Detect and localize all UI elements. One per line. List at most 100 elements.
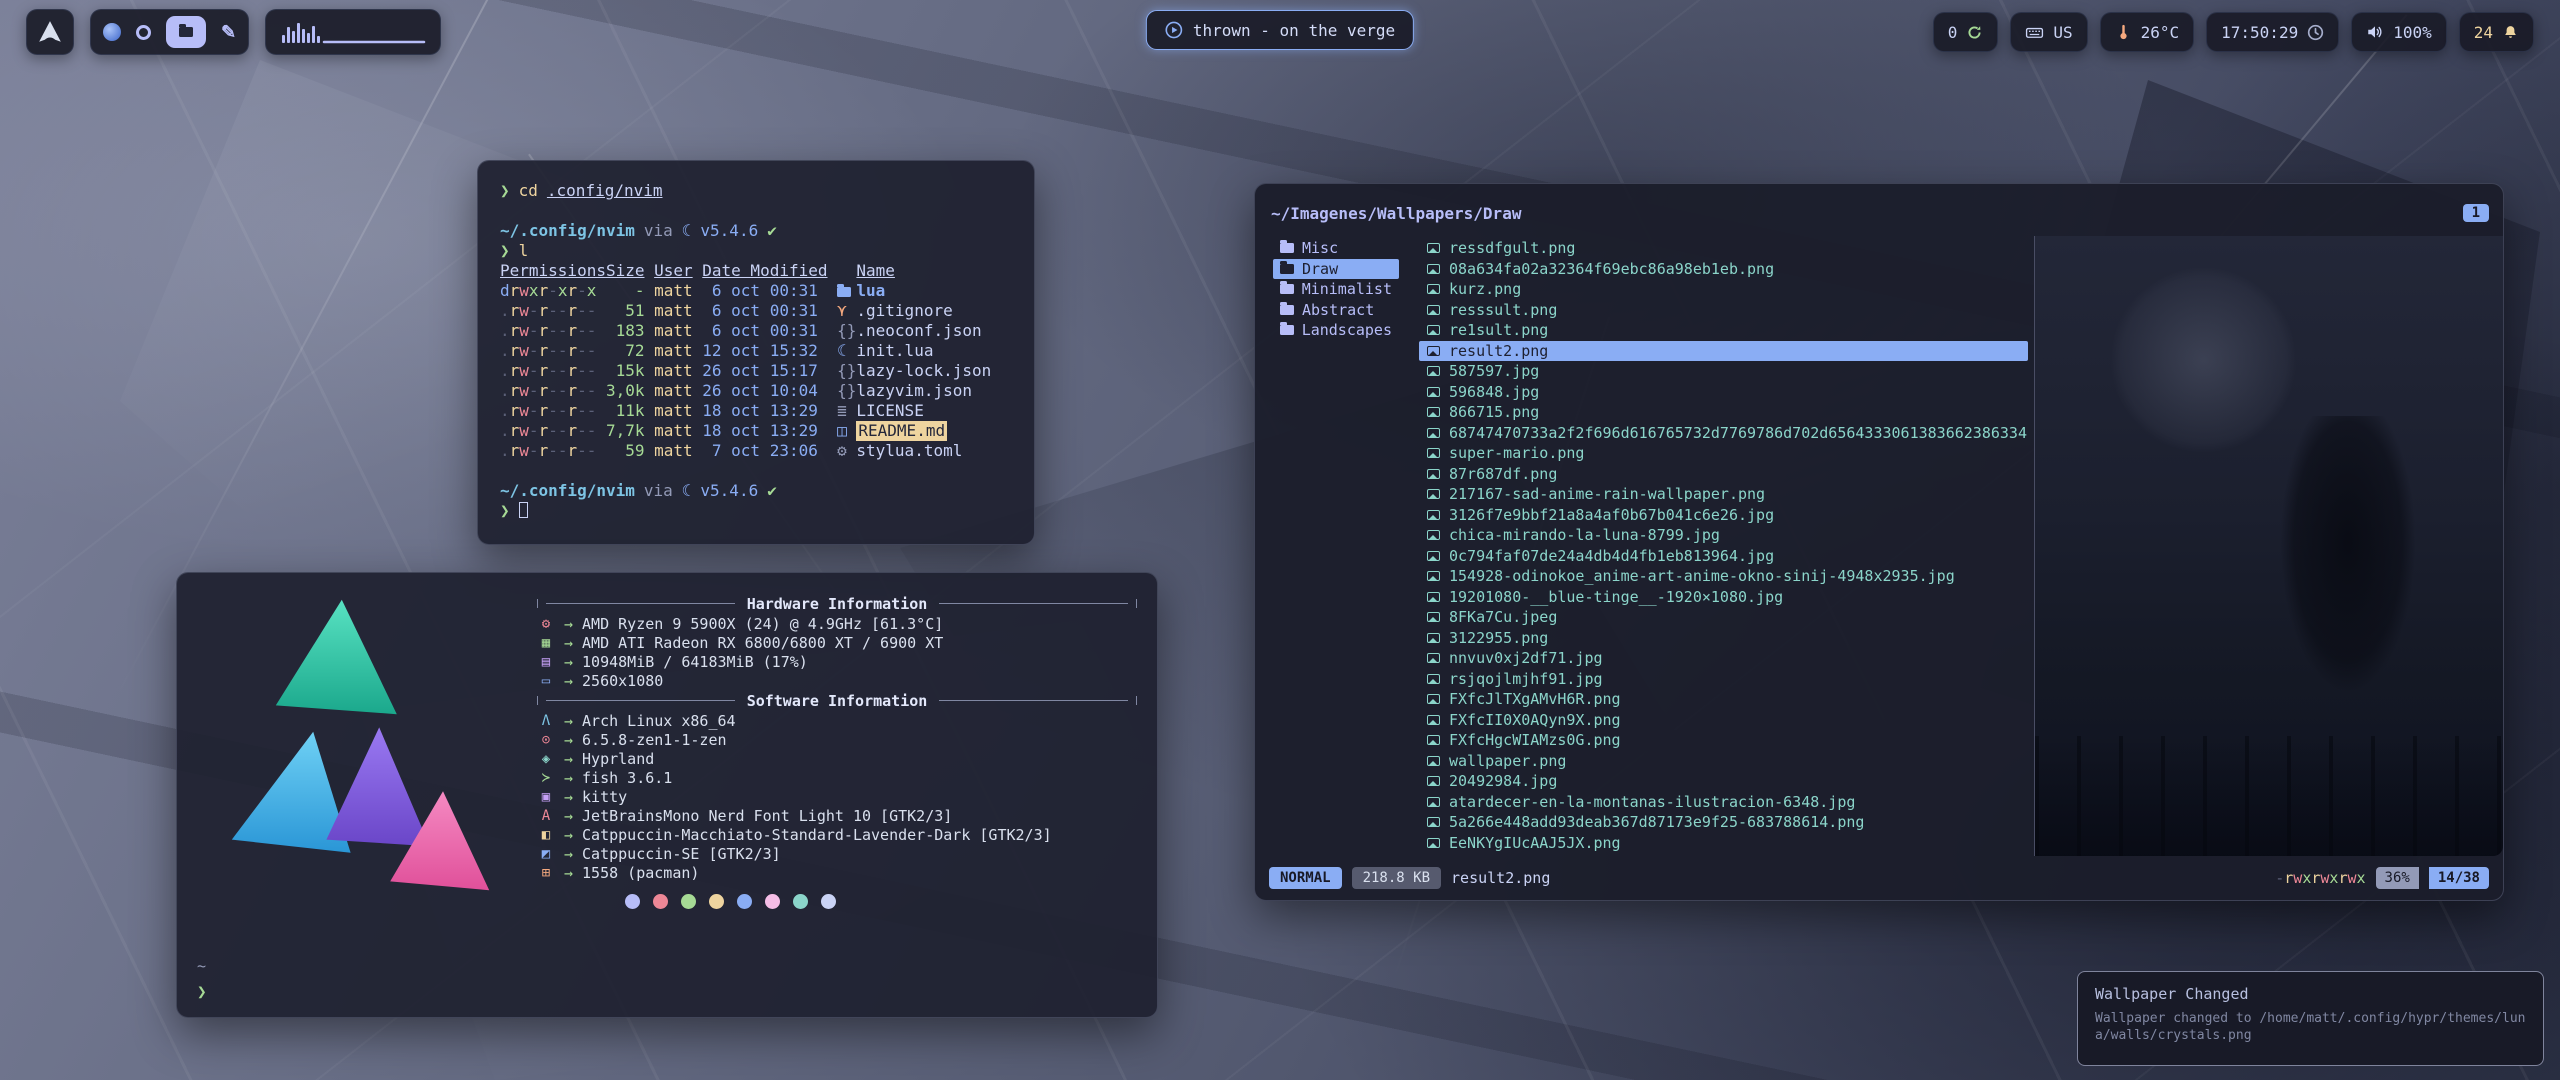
image-file-icon [1427,428,1440,438]
mode-badge: NORMAL [1269,867,1342,889]
file-manager-window[interactable]: ~/Imagenes/Wallpapers/Draw 1 MiscDrawMin… [1254,183,2504,901]
file-name: init.lua [856,341,933,361]
sidebar-folder-minimalist[interactable]: Minimalist [1273,279,1399,300]
file-list-item[interactable]: 87r687df.png [1419,464,2028,485]
file-owner: matt [654,401,702,421]
file-list-item[interactable]: atardecer-en-la-montanas-ilustracion-634… [1419,792,2028,813]
arrow-icon: → [564,672,573,690]
file-name: 3122955.png [1449,629,1548,647]
updates-count: 0 [1948,23,1958,42]
sidebar-folder-misc[interactable]: Misc [1273,238,1399,259]
file-size: 3,0k [606,381,645,401]
tab-count-badge[interactable]: 1 [2463,204,2489,222]
keyboard-icon [2025,23,2044,42]
file-permissions: .rw-r--r-- [500,301,606,321]
file-list-item[interactable]: kurz.png [1419,279,2028,300]
top-bar-right: 0 US 26°C 17:5 [1933,12,2534,52]
notifications-widget[interactable]: 24 [2459,12,2534,52]
file-list-item[interactable]: 866715.png [1419,402,2028,423]
palette-dot [821,894,836,909]
image-file-icon [1427,838,1440,848]
updates-widget[interactable]: 0 [1933,12,1999,52]
file-list-item[interactable]: chica-mirando-la-luna-8799.jpg [1419,525,2028,546]
app-launcher-button[interactable] [26,9,74,55]
workspace-4-edit[interactable]: ✎ [221,22,236,43]
workspace-3-files-active[interactable] [166,16,206,48]
temperature-widget[interactable]: 26°C [2100,12,2195,52]
terminal-color-palette [625,894,1137,909]
image-file-icon [1427,489,1440,499]
file-list-item[interactable]: FXfcHgcWIAMzs0G.png [1419,730,2028,751]
shell-row: ≻→fish 3.6.1 [537,768,1137,787]
ls-file-row: .rw-r--r--15kmatt26 oct 15:17{}lazy-lock… [500,361,1012,381]
file-list-item[interactable]: result2.png [1419,341,2028,362]
image-file-icon [1427,551,1440,561]
workspace-1-browser[interactable] [103,23,121,41]
braces-icon: {} [837,381,856,401]
media-player-widget[interactable]: thrown - on the verge [1146,10,1414,50]
file-list-item[interactable]: FXfcII0X0AQyn9X.png [1419,710,2028,731]
shell-icon: ≻ [537,770,555,786]
file-list-item[interactable]: 217167-sad-anime-rain-wallpaper.png [1419,484,2028,505]
kernel-icon: ⊙ [537,732,555,748]
clock-widget[interactable]: 17:50:29 [2206,12,2339,52]
browser-icon [103,23,121,41]
sidebar-folder-landscapes[interactable]: Landscapes [1273,320,1399,341]
image-file-icon [1427,756,1440,766]
file-list-item[interactable]: 08a634fa02a32364f69ebc86a98eb1eb.png [1419,259,2028,280]
audio-visualizer-widget[interactable] [265,9,441,55]
section-label: Software Information [743,692,932,710]
notification-title: Wallpaper Changed [2095,985,2526,1003]
via-label: via [644,221,673,240]
volume-widget[interactable]: 100% [2351,12,2447,52]
file-list-item[interactable]: 596848.jpg [1419,382,2028,403]
sidebar-folder-abstract[interactable]: Abstract [1273,300,1399,321]
file-list-item[interactable]: 20492984.jpg [1419,771,2028,792]
keyboard-layout-widget[interactable]: US [2010,12,2087,52]
image-file-icon [1427,653,1440,663]
file-name: lazy-lock.json [856,361,991,381]
updates-refresh-icon [1966,24,1983,41]
cpu-row: ⚙→AMD Ryzen 9 5900X (24) @ 4.9GHz [61.3°… [537,614,1137,633]
file-list-item[interactable]: 154928-odinokoe_anime-art-anime-okno-sin… [1419,566,2028,587]
bell-icon [2502,24,2519,41]
file-list-item[interactable]: ressdfgult.png [1419,238,2028,259]
file-name: 0c794faf07de24a4db4d4fb1eb813964.jpg [1449,547,1774,565]
file-list-item[interactable]: resssult.png [1419,300,2028,321]
file-list-item[interactable]: re1sult.png [1419,320,2028,341]
terminal-window-kitty[interactable]: ❯cd.config/nvim ~/.config/nvimvia☾v5.4.6… [477,160,1035,545]
file-list-item[interactable]: rsjqojlmjhf91.jpg [1419,669,2028,690]
top-bar: ✎ thrown - [0,0,2560,64]
file-list-item[interactable]: 587597.jpg [1419,361,2028,382]
image-file-icon [1427,264,1440,274]
file-manager-header: ~/Imagenes/Wallpapers/Draw 1 [1255,184,2503,236]
sidebar-folder-draw[interactable]: Draw [1273,259,1399,280]
ls-file-row: .rw-r--r--72matt12 oct 15:32☾init.lua [500,341,1012,361]
file-list-item[interactable]: super-mario.png [1419,443,2028,464]
folder-sidebar: MiscDrawMinimalistAbstractLandscapes [1255,236,1405,856]
file-list-item[interactable]: EeNKYgIUcAAJ5JX.png [1419,833,2028,854]
terminal-window-fastfetch[interactable]: Hardware Information ⚙→AMD Ryzen 9 5900X… [176,572,1158,1018]
file-name: 20492984.jpg [1449,772,1557,790]
file-list-item[interactable]: 19201080-__blue-tinge__-1920×1080.jpg [1419,587,2028,608]
file-list-item[interactable]: 0c794faf07de24a4db4d4fb1eb813964.jpg [1419,546,2028,567]
notification-popup[interactable]: Wallpaper Changed Wallpaper changed to /… [2077,971,2544,1066]
arrow-icon: → [564,769,573,787]
file-list-item[interactable]: 5a266e448add93deab367d87173e9f25-6837886… [1419,812,2028,833]
file-name: lua [856,281,885,301]
wm-row: ◈→Hyprland [537,749,1137,768]
file-name: 19201080-__blue-tinge__-1920×1080.jpg [1449,588,1783,606]
workspace-2-chat[interactable] [136,25,151,40]
file-list-item[interactable]: 3126f7e9bbf21a8a4af0b67b041c6e26.jpg [1419,505,2028,526]
os-icon: Λ [537,713,555,729]
file-list-item[interactable]: FXfcJlTXgAMvH6R.png [1419,689,2028,710]
distro-logo [205,591,505,921]
ls-file-row: .rw-r--r--183matt 6 oct 00:31{}.neoconf.… [500,321,1012,341]
file-list-item[interactable]: 68747470733a2f2f696d616765732d7769786d70… [1419,423,2028,444]
success-check-icon: ✔ [767,221,777,240]
file-list-item[interactable]: 3122955.png [1419,628,2028,649]
file-list-item[interactable]: wallpaper.png [1419,751,2028,772]
file-list-item[interactable]: nnvuv0xj2df71.jpg [1419,648,2028,669]
file-name: 5a266e448add93deab367d87173e9f25-6837886… [1449,813,1864,831]
file-list-item[interactable]: 8FKa7Cu.jpeg [1419,607,2028,628]
